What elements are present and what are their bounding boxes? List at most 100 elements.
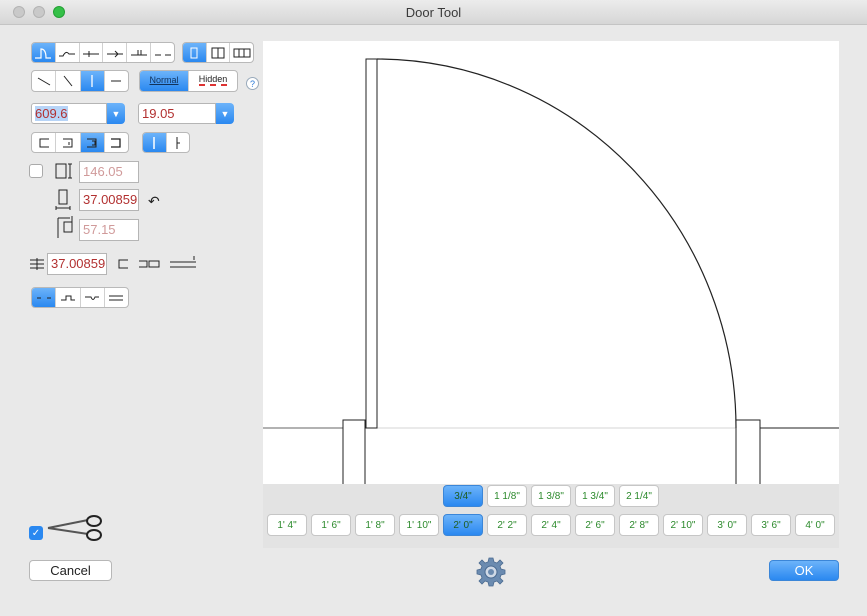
wall-end-icon[interactable] — [116, 257, 130, 271]
reveal-icon — [55, 189, 71, 210]
width-preset[interactable]: 1' 6" — [311, 514, 351, 536]
thickness-preset[interactable]: 2 1/4" — [619, 485, 659, 507]
thickness-preset-label: 1 3/4" — [582, 490, 608, 502]
width-preset[interactable]: 3' 6" — [751, 514, 791, 536]
width-preset-label: 1' 10" — [406, 519, 432, 531]
thickness-preset[interactable]: 1 3/8" — [531, 485, 571, 507]
width-preset-label: 4' 0" — [805, 519, 825, 531]
three-panel[interactable] — [230, 43, 253, 62]
door-thickness-value: 19.05 — [142, 106, 175, 121]
jamb-option-2[interactable] — [56, 133, 81, 152]
thickness-preset[interactable]: 1 1/8" — [487, 485, 527, 507]
hinge-left-icon — [153, 136, 155, 149]
width-preset[interactable]: 1' 8" — [355, 514, 395, 536]
help-button[interactable]: ? — [246, 77, 259, 90]
window-title: Door Tool — [405, 5, 462, 20]
threshold-open-icon — [36, 297, 51, 298]
door-thickness-dropdown[interactable]: ▼ — [216, 103, 234, 124]
chevron-down-icon: ▼ — [111, 108, 121, 119]
width-preset-label: 3' 6" — [761, 519, 781, 531]
offset-value: 57.15 — [83, 222, 116, 237]
hinge-side-segment — [142, 132, 190, 153]
offset-field[interactable]: 57.15 — [79, 219, 139, 241]
width-preset[interactable]: 2' 10" — [663, 514, 703, 536]
frame-checkbox[interactable] — [29, 164, 43, 178]
hidden-label: Hidden — [198, 74, 228, 86]
angle-option-1[interactable] — [32, 71, 57, 91]
pocket-type[interactable] — [80, 43, 104, 62]
bifold-type[interactable] — [127, 43, 152, 62]
panel-count-segment — [182, 42, 254, 63]
threshold-step-icon — [60, 295, 75, 300]
jamb-option-4[interactable] — [105, 133, 128, 152]
frame-width-field[interactable]: 146.05 — [79, 161, 139, 183]
scissors-icon — [47, 515, 102, 541]
reveal-field[interactable]: 37.00859 — [79, 189, 139, 211]
thickness-preset[interactable]: 3/4" — [443, 485, 483, 507]
hidden-option[interactable]: Hidden — [189, 71, 237, 91]
two-panel-icon — [211, 47, 225, 58]
cut-checkbox[interactable]: ✓ — [29, 526, 43, 540]
undo-arrow-icon[interactable]: ↶ — [148, 193, 160, 210]
width-preset[interactable]: 4' 0" — [795, 514, 835, 536]
width-preset-label: 1' 6" — [321, 519, 341, 531]
angle-option-4[interactable] — [105, 71, 128, 91]
door-preview-canvas — [263, 41, 839, 548]
door-type-segment — [31, 42, 175, 63]
hinge-left[interactable] — [143, 133, 167, 152]
width-preset[interactable]: 3' 0" — [707, 514, 747, 536]
wall-extend-icon[interactable] — [168, 254, 200, 272]
wall-double-icon[interactable] — [137, 257, 161, 271]
wall-offset-field[interactable]: 37.00859 — [47, 253, 107, 275]
pocket-icon — [83, 50, 100, 57]
door-width-dropdown[interactable]: ▼ — [107, 103, 125, 124]
opening-type[interactable] — [151, 43, 174, 62]
threshold-option-4[interactable] — [105, 288, 128, 307]
swing-angle-segment — [31, 70, 129, 92]
normal-option[interactable]: Normal — [140, 71, 189, 91]
wall-offset-icon — [30, 258, 44, 270]
threshold-option-1[interactable] — [32, 288, 57, 307]
horizontal-line-icon — [111, 80, 122, 82]
jamb-option-1[interactable] — [32, 133, 57, 152]
ok-button[interactable]: OK — [769, 560, 839, 581]
width-preset[interactable]: 2' 6" — [575, 514, 615, 536]
one-panel-icon — [190, 47, 198, 58]
cancel-button[interactable]: Cancel — [29, 560, 112, 581]
width-preset-label: 2' 10" — [670, 519, 696, 531]
threshold-option-2[interactable] — [56, 288, 81, 307]
single-swing-icon — [35, 47, 52, 59]
width-preset[interactable]: 2' 0" — [443, 514, 483, 536]
two-panel[interactable] — [207, 43, 231, 62]
angle-option-2[interactable] — [56, 71, 81, 91]
steep-diagonal-icon — [63, 75, 73, 87]
width-preset[interactable]: 2' 4" — [531, 514, 571, 536]
width-preset[interactable]: 1' 4" — [267, 514, 307, 536]
width-preset[interactable]: 2' 2" — [487, 514, 527, 536]
door-width-combo[interactable]: 609.6 — [31, 103, 107, 124]
frame-width-icon — [55, 163, 72, 179]
threshold-option-3[interactable] — [81, 288, 105, 307]
sliding-type[interactable] — [103, 43, 128, 62]
single-swing-type[interactable] — [32, 43, 56, 62]
gear-icon[interactable] — [475, 556, 507, 588]
width-preset-label: 3' 0" — [717, 519, 737, 531]
jamb-option-3[interactable] — [80, 133, 105, 152]
thickness-preset-label: 1 1/8" — [494, 490, 520, 502]
width-preset[interactable]: 2' 8" — [619, 514, 659, 536]
sliding-icon — [106, 50, 123, 57]
angle-option-3[interactable] — [80, 71, 105, 91]
door-thickness-combo[interactable]: 19.05 — [138, 103, 216, 124]
double-swing-type[interactable] — [56, 43, 80, 62]
jamb-rabbet-icon — [87, 138, 97, 147]
thickness-preset[interactable]: 1 3/4" — [575, 485, 615, 507]
width-preset-label: 2' 8" — [629, 519, 649, 531]
hinge-right[interactable] — [167, 133, 190, 152]
bifold-icon — [130, 49, 147, 55]
width-preset[interactable]: 1' 10" — [399, 514, 439, 536]
door-plan-drawing — [263, 58, 839, 499]
three-panel-icon — [233, 48, 251, 57]
hinge-right-icon — [176, 136, 180, 149]
thickness-preset-label: 2 1/4" — [626, 490, 652, 502]
one-panel[interactable] — [183, 43, 207, 62]
